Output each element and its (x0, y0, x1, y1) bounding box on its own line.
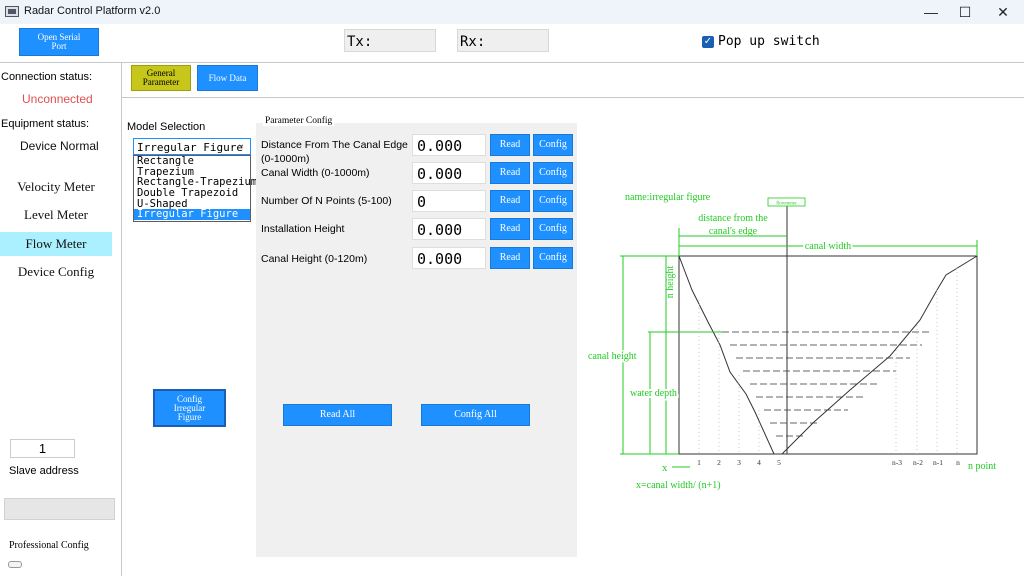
parameter-config-title: Parameter Config (263, 116, 335, 126)
canal-width-read-button[interactable]: Read (490, 162, 530, 184)
distance-read-button[interactable]: Read (490, 134, 530, 156)
professional-password-input[interactable] (4, 498, 115, 520)
chevron-down-icon[interactable]: ⌄ (237, 139, 245, 150)
model-dropdown-list: Rectangle Trapezium Rectangle-Trapezium … (133, 155, 257, 222)
installation-height-label: Installation Height (261, 223, 345, 235)
flowmeter-tag-text: flowmeter (776, 202, 797, 207)
point-tick-2: 2 (717, 458, 721, 467)
n-points-input[interactable]: 0 (412, 190, 486, 212)
slave-address-label: Slave address (9, 465, 79, 477)
canal-profile (678, 255, 978, 455)
n-points-config-button[interactable]: Config (533, 190, 573, 212)
canal-height-config-button[interactable]: Config (533, 247, 573, 269)
x-formula-label: x=canal width/ (n+1) (636, 480, 721, 491)
n-height-label: n height (665, 266, 676, 299)
point-tick-n-2: n-2 (913, 458, 923, 467)
read-all-button[interactable]: Read All (283, 404, 392, 426)
canal-height-input[interactable]: 0.000 (412, 247, 486, 269)
point-tick-3: 3 (737, 458, 741, 467)
x-label: x (662, 462, 668, 474)
app-icon (5, 6, 19, 17)
canal-height-dim-label: canal height (588, 351, 637, 362)
irregular-canal-diagram: flowmeter name:irregular figure distance… (586, 192, 996, 491)
connection-status-label: Connection status: (1, 71, 93, 83)
model-selection-label: Model Selection (127, 121, 206, 133)
diagram-name-label: name:irregular figure (625, 192, 711, 203)
distance-from-edge-label: Distance From The Canal Edge (0-1000m) (261, 139, 408, 165)
popup-switch-label: Pop up switch (718, 34, 820, 49)
slave-address-input[interactable]: 1 (10, 439, 75, 458)
sidebar-item-device-config[interactable]: Device Config (0, 260, 112, 284)
green-dimension-lines (620, 228, 978, 455)
maximize-button[interactable]: ☐ (948, 0, 982, 24)
distance-label-line2: canal's edge (709, 226, 758, 237)
sidebar-item-velocity-meter[interactable]: Velocity Meter (0, 175, 112, 199)
window-title: Radar Control Platform v2.0 (24, 5, 161, 17)
connection-status-value: Unconnected (22, 92, 93, 106)
water-depth-dim-label: water depth (630, 388, 677, 399)
water-lines (722, 331, 932, 437)
model-option-irregular-figure[interactable]: Irregular Figure (134, 209, 250, 221)
sidebar-item-flow-meter[interactable]: Flow Meter (0, 232, 112, 256)
tx-display: Tx: (344, 29, 436, 52)
equipment-status-value: Device Normal (20, 139, 99, 153)
point-guides (698, 268, 958, 454)
canal-height-label: Canal Height (0-120m) (261, 253, 368, 265)
point-tick-n-1: n-1 (933, 458, 943, 467)
sidebar-item-level-meter[interactable]: Level Meter (0, 203, 112, 227)
rx-display: Rx: (457, 29, 549, 52)
professional-config-label: Professional Config (9, 540, 89, 551)
config-all-button[interactable]: Config All (421, 404, 530, 426)
distance-label-line1: distance from the (698, 213, 768, 224)
distance-config-button[interactable]: Config (533, 134, 573, 156)
tab-divider (122, 97, 1024, 98)
canal-width-config-button[interactable]: Config (533, 162, 573, 184)
canal-width-input[interactable]: 0.000 (412, 162, 486, 184)
close-button[interactable]: ✕ (986, 0, 1020, 24)
tab-general-parameter[interactable]: General Parameter (131, 65, 191, 91)
top-divider (0, 62, 1024, 63)
popup-switch-checkbox[interactable]: ✓ (702, 36, 714, 48)
point-tick-n: n (956, 458, 960, 467)
n-point-label: n point (968, 461, 996, 472)
canal-width-label: Canal Width (0-1000m) (261, 167, 370, 179)
point-tick-5: 5 (777, 458, 781, 467)
n-points-label: Number Of N Points (5-100) (261, 195, 392, 207)
installation-height-input[interactable]: 0.000 (412, 218, 486, 240)
model-select[interactable]: Irregular Figure (133, 138, 251, 155)
equipment-status-label: Equipment status: (1, 118, 90, 130)
distance-from-edge-input[interactable]: 0.000 (412, 134, 486, 156)
point-tick-1: 1 (697, 458, 701, 467)
point-tick-4: 4 (757, 458, 761, 467)
point-tick-n-3: n-3 (892, 458, 902, 467)
n-points-read-button[interactable]: Read (490, 190, 530, 212)
canal-height-read-button[interactable]: Read (490, 247, 530, 269)
professional-config-toggle[interactable] (8, 561, 22, 568)
minimize-button[interactable]: — (914, 0, 948, 24)
installation-height-config-button[interactable]: Config (533, 218, 573, 240)
open-serial-port-button[interactable]: Open Serial Port (19, 28, 99, 56)
canal-width-dim-label: canal width (805, 241, 851, 252)
config-irregular-figure-button[interactable]: Config Irregular Figure (153, 389, 226, 427)
parameter-config-panel (256, 123, 577, 557)
sidebar-divider (121, 62, 122, 576)
installation-height-read-button[interactable]: Read (490, 218, 530, 240)
tab-flow-data[interactable]: Flow Data (197, 65, 258, 91)
